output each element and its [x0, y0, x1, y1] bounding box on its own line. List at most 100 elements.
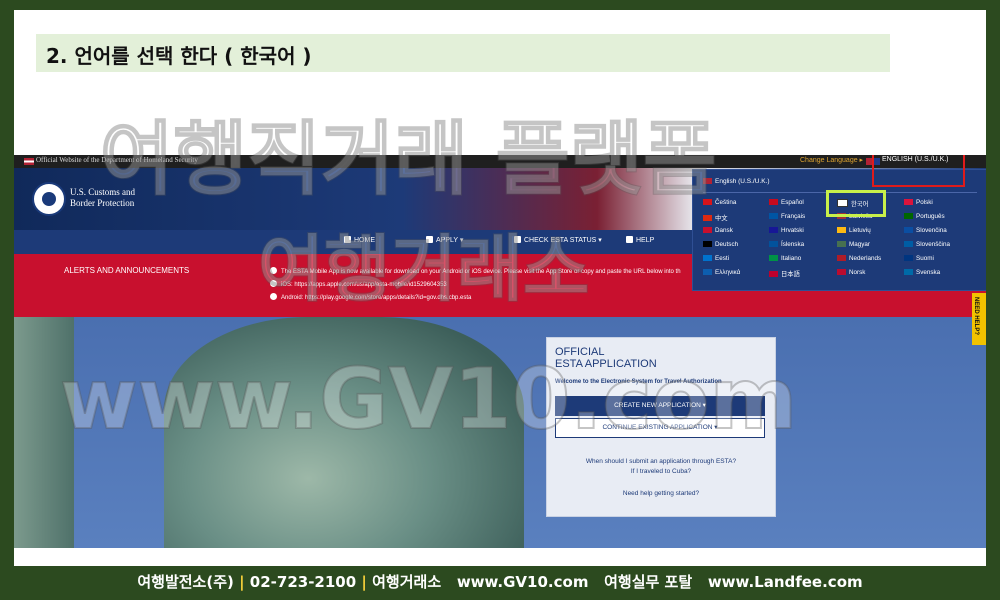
language-option[interactable]: Dansk	[703, 227, 769, 241]
official-website-text: Official Website of the Department of Ho…	[36, 156, 198, 164]
info-icon	[626, 236, 633, 243]
language-option[interactable]: Magyar	[837, 241, 904, 255]
nav-check-status-label: CHECK ESTA STATUS ▾	[524, 237, 602, 244]
step-heading: 2. 언어를 선택 한다 ( 한국어 )	[36, 34, 890, 72]
search-icon	[514, 236, 521, 243]
statue-arm-image	[14, 317, 74, 548]
language-option-label: Polski	[916, 199, 933, 206]
when-submit-link[interactable]: When should I submit an application thro…	[547, 458, 775, 465]
language-option-label: Français	[781, 213, 806, 220]
traveled-cuba-link[interactable]: If I traveled to Cuba?	[547, 468, 775, 475]
esta-card-title: OFFICIAL ESTA APPLICATION	[555, 346, 657, 370]
country-flag-icon	[769, 227, 778, 233]
info-icon	[270, 267, 277, 274]
language-option-label: 中文	[715, 215, 728, 222]
language-option-label: Hrvatski	[781, 227, 804, 234]
nav-home-label: HOME	[354, 237, 375, 244]
country-flag-icon	[703, 241, 712, 247]
language-option[interactable]: Ελληνικά	[703, 269, 769, 283]
language-option[interactable]: Čeština	[703, 199, 769, 213]
alert-line: The ESTA Mobile App is now available for…	[270, 267, 681, 275]
country-flag-icon	[769, 241, 778, 247]
alert-line: iOS: https://apps.apple.com/us/app/esta-…	[270, 280, 447, 288]
nav-help[interactable]: HELP	[626, 236, 654, 244]
footer-separator: |	[239, 573, 250, 591]
language-option-label: Eesti	[715, 255, 729, 262]
country-flag-icon	[837, 255, 846, 261]
dhs-seal-icon	[32, 182, 66, 216]
alerts-title: ALERTS AND ANNOUNCEMENTS	[64, 266, 190, 275]
footer-site-landfee[interactable]: www.Landfee.com	[708, 573, 863, 591]
esta-welcome-text: Welcome to the Electronic System for Tra…	[555, 379, 722, 385]
country-flag-icon	[703, 215, 712, 221]
country-flag-icon	[904, 255, 913, 261]
create-new-application-button[interactable]: CREATE NEW APPLICATION ▾	[555, 396, 765, 416]
language-option-label: Lietuvių	[849, 227, 871, 234]
language-option[interactable]: 中文	[703, 213, 769, 227]
language-option-label: Português	[916, 213, 945, 220]
language-option[interactable]: Polski	[904, 199, 970, 213]
language-option[interactable]: Lietuvių	[837, 227, 904, 241]
language-option-english[interactable]: English (U.S./U.K.)	[703, 178, 770, 185]
need-help-tab[interactable]: NEED HELP?	[972, 293, 986, 345]
language-option[interactable]: Eesti	[703, 255, 769, 269]
gov-banner: Official Website of the Department of Ho…	[14, 155, 986, 168]
esta-application-card: OFFICIAL ESTA APPLICATION Welcome to the…	[546, 337, 776, 517]
continue-existing-application-button[interactable]: CONTINUE EXISTING APPLICATION ▾	[555, 418, 765, 438]
language-option-label: Slovenščina	[916, 241, 950, 248]
hero-image	[14, 317, 986, 548]
language-option[interactable]: Svenska	[904, 269, 970, 283]
us-flag-icon	[24, 158, 34, 165]
language-option-label: Deutsch	[715, 241, 739, 248]
language-option-label: Íslenska	[781, 241, 805, 248]
language-option[interactable]: Deutsch	[703, 241, 769, 255]
language-option[interactable]: Nederlands	[837, 255, 904, 269]
us-uk-flag-icon	[703, 178, 712, 184]
content-frame: 2. 언어를 선택 한다 ( 한국어 ) Official Website of…	[14, 10, 986, 566]
language-option[interactable]: Íslenska	[769, 241, 837, 255]
agency-name: U.S. Customs and Border Protection	[70, 187, 136, 208]
step-heading-text: 2. 언어를 선택 한다 ( 한국어 )	[46, 44, 312, 68]
esta-screenshot: Official Website of the Department of Ho…	[14, 155, 986, 548]
language-option[interactable]: Suomi	[904, 255, 970, 269]
nav-apply[interactable]: APPLY ▾	[426, 236, 463, 244]
language-option[interactable]: Português	[904, 213, 970, 227]
language-option-label: Dansk	[715, 227, 733, 234]
footer-site-gv10[interactable]: www.GV10.com	[457, 573, 589, 591]
alert-text: The ESTA Mobile App is now available for…	[281, 269, 681, 275]
language-option[interactable]: Italiano	[769, 255, 837, 269]
nav-apply-label: APPLY ▾	[436, 237, 464, 244]
language-option[interactable]: Hrvatski	[769, 227, 837, 241]
language-option[interactable]: Slovenčina	[904, 227, 970, 241]
language-option[interactable]: Slovenščina	[904, 241, 970, 255]
country-flag-icon	[769, 255, 778, 261]
pencil-icon	[426, 236, 433, 243]
footer: 여행발전소(주) | 02-723-2100 | 여행거래소 www.GV10.…	[0, 568, 1000, 596]
country-flag-icon	[837, 227, 846, 233]
nav-help-label: HELP	[636, 237, 655, 244]
need-help-label: NEED HELP?	[973, 297, 979, 336]
country-flag-icon	[703, 269, 712, 275]
language-option-label: 日本語	[781, 271, 800, 278]
info-icon	[270, 280, 277, 287]
language-option-label: Italiano	[781, 255, 802, 262]
nav-check-status[interactable]: CHECK ESTA STATUS ▾	[514, 236, 602, 244]
highlight-korean-option	[826, 190, 886, 217]
language-option-label: Čeština	[715, 199, 737, 206]
language-option-label: Nederlands	[849, 255, 882, 262]
language-option[interactable]: Norsk	[837, 269, 904, 283]
highlight-current-language	[872, 155, 965, 187]
language-option[interactable]: 日本語	[769, 269, 837, 283]
alert-link-ios[interactable]: iOS: https://apps.apple.com/us/app/esta-…	[281, 282, 447, 288]
alert-line: Android: https://play.google.com/store/a…	[270, 293, 471, 301]
alert-link-android[interactable]: Android: https://play.google.com/store/a…	[281, 295, 471, 301]
country-flag-icon	[904, 269, 913, 275]
nav-home[interactable]: HOME	[344, 236, 375, 244]
language-option-label: Magyar	[849, 241, 870, 248]
country-flag-icon	[703, 255, 712, 261]
language-dropdown: English (U.S./U.K.) Čeština Español 한국어 Pol…	[692, 169, 986, 291]
country-flag-icon	[769, 271, 778, 277]
need-help-started-link[interactable]: Need help getting started?	[547, 490, 775, 497]
change-language-link[interactable]: Change Language ▸	[800, 156, 863, 164]
statue-of-liberty-image	[164, 317, 524, 548]
